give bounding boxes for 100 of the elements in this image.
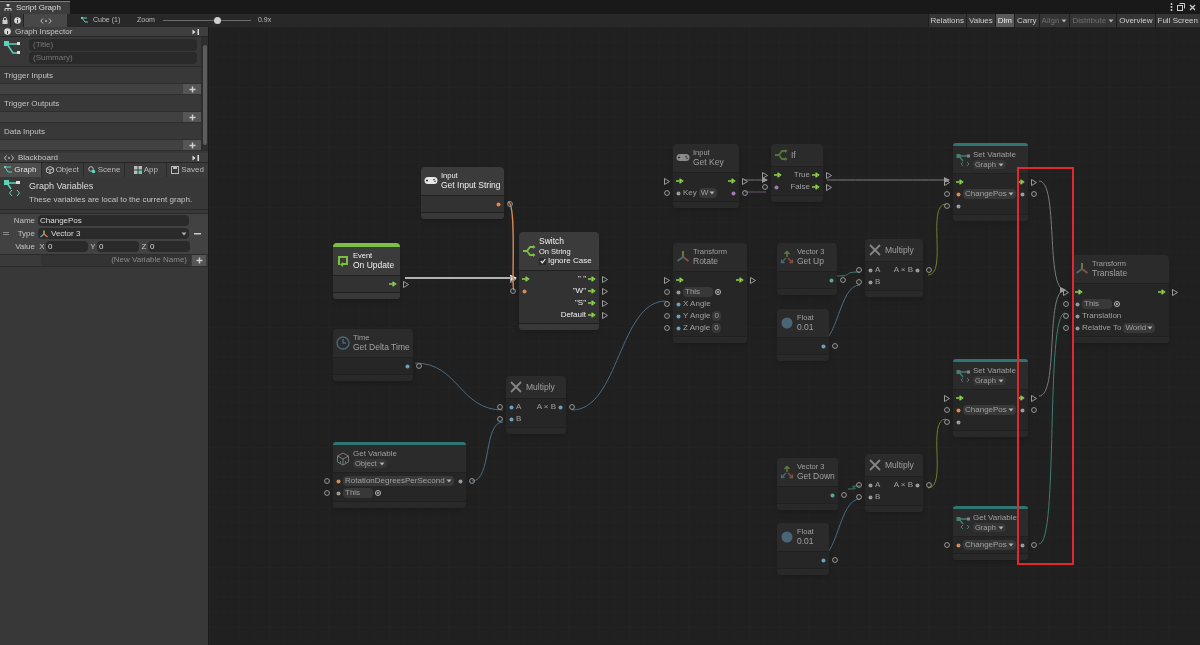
input-field[interactable]: This [683, 287, 713, 297]
node-title: Set Variable [973, 150, 1016, 160]
new-variable-field[interactable]: (New Variable Name) [41, 254, 191, 266]
tab-icon [4, 166, 13, 174]
axes-icon [40, 229, 48, 238]
port-circle-icon [944, 542, 950, 549]
input-field[interactable]: This [1082, 299, 1112, 309]
number-field[interactable]: 0 [148, 241, 190, 252]
multiply-icon [868, 243, 882, 257]
variable-icon [956, 515, 970, 530]
scrollbar[interactable] [201, 37, 208, 151]
vector-arrows-icon [780, 465, 794, 479]
port-circle-icon [762, 184, 768, 190]
toolbar-button[interactable]: Values [965, 14, 995, 27]
add-button[interactable] [183, 112, 201, 122]
number-field[interactable]: 0 [46, 241, 88, 252]
port-label: A [875, 264, 881, 276]
port-circle-icon [856, 279, 862, 285]
input-field[interactable]: 0 [712, 323, 721, 333]
axis-label: Y [89, 240, 97, 253]
plus-icon [188, 85, 196, 93]
type-dropdown[interactable]: Vector 3 [38, 228, 189, 239]
port-label: A × B [893, 264, 913, 276]
add-button[interactable] [192, 254, 206, 266]
vector-arrows-icon [780, 250, 794, 264]
info-button[interactable] [10, 14, 23, 27]
toolbar-button[interactable]: Full Screen [1154, 14, 1200, 27]
dropdown-field[interactable]: RotationDegreesPerSecond [343, 476, 454, 487]
port-circle-icon [1030, 542, 1037, 549]
port-circle-icon [840, 492, 847, 498]
add-button[interactable] [183, 140, 201, 150]
description-text: These variables are local to the current graph. [29, 193, 193, 206]
dock-icon[interactable] [192, 154, 200, 161]
port-label: Y Angle [683, 310, 711, 322]
blackboard-tab[interactable]: Graph [0, 163, 41, 177]
blackboard-tab[interactable]: App [125, 163, 167, 177]
port-label: "W" [572, 285, 586, 297]
toolbar-button[interactable]: Overview [1116, 14, 1155, 27]
port-label: "S" [575, 297, 586, 309]
title-field[interactable]: (Title) [29, 39, 197, 51]
node-title: Get Up [797, 256, 825, 267]
node-title: Multiply [526, 381, 555, 393]
port-label: " " [578, 273, 586, 285]
dropdown-field[interactable]: ChangePos [963, 189, 1016, 200]
port-circle-icon [469, 478, 475, 485]
section-label: Data Inputs [3, 126, 46, 138]
hierarchy-icon [4, 4, 12, 12]
restore-icon[interactable] [1177, 3, 1185, 11]
port-triangle-icon [742, 178, 748, 185]
port-label: B [875, 491, 881, 503]
port-label: X Angle [683, 298, 711, 310]
slider-thumb[interactable] [214, 17, 222, 24]
blackboard-tab[interactable]: Object [41, 163, 83, 177]
add-button[interactable] [183, 84, 201, 94]
port-circle-icon [856, 494, 862, 500]
section-heading: Graph Variables [29, 180, 95, 193]
node-title: Get Delta Time [353, 342, 410, 353]
port-circle-icon [664, 190, 670, 196]
dropdown-field[interactable]: W [698, 188, 718, 198]
multiply-icon [509, 380, 523, 394]
editor-tab[interactable]: Script Graph [0, 1, 70, 14]
node-title: If [791, 149, 796, 161]
port-circle-icon [832, 557, 838, 563]
info-icon [13, 17, 21, 24]
target-picker-icon[interactable] [375, 490, 381, 497]
lock-button[interactable] [0, 14, 10, 27]
name-field[interactable]: ChangePos [38, 215, 189, 226]
dropdown-field[interactable]: World [1123, 323, 1156, 333]
drag-handle-icon[interactable] [3, 232, 9, 235]
connector [927, 418, 947, 489]
port-label: A × B [893, 479, 913, 491]
dock-icon[interactable] [192, 28, 200, 35]
field-label: Type [16, 227, 36, 240]
connector [471, 421, 504, 482]
toolbar-button[interactable]: Carry [1014, 14, 1039, 27]
dropdown-field[interactable]: ChangePos [963, 540, 1016, 551]
node-title: Get Variable [973, 513, 1017, 523]
number-field[interactable]: 0 [97, 241, 139, 252]
port-circle-icon [664, 325, 670, 331]
axes-icon [676, 250, 690, 264]
blackboard-button[interactable] [23, 14, 67, 27]
check-icon [539, 258, 546, 264]
dropdown-field[interactable]: ChangePos [963, 405, 1016, 416]
target-picker-icon[interactable] [715, 289, 721, 295]
toolbar-button[interactable]: Relations [927, 14, 966, 27]
port-label: Relative To [1082, 322, 1122, 334]
port-label: A [516, 401, 522, 413]
blackboard-tab[interactable]: Saved [167, 163, 208, 177]
caret-icon [997, 525, 1004, 530]
close-icon[interactable] [1189, 3, 1196, 11]
summary-field[interactable]: (Summary) [29, 52, 197, 64]
node-title: 0.01 [797, 322, 814, 333]
blackboard-tab[interactable]: Scene [83, 163, 125, 177]
more-icon[interactable] [1170, 3, 1173, 11]
checkbox[interactable] [539, 257, 546, 265]
axes-icon [1075, 262, 1089, 276]
target-picker-icon[interactable] [1114, 301, 1120, 307]
input-field[interactable]: 0 [712, 311, 721, 321]
port-label: Default [560, 309, 586, 321]
input-field[interactable]: This [343, 488, 373, 499]
